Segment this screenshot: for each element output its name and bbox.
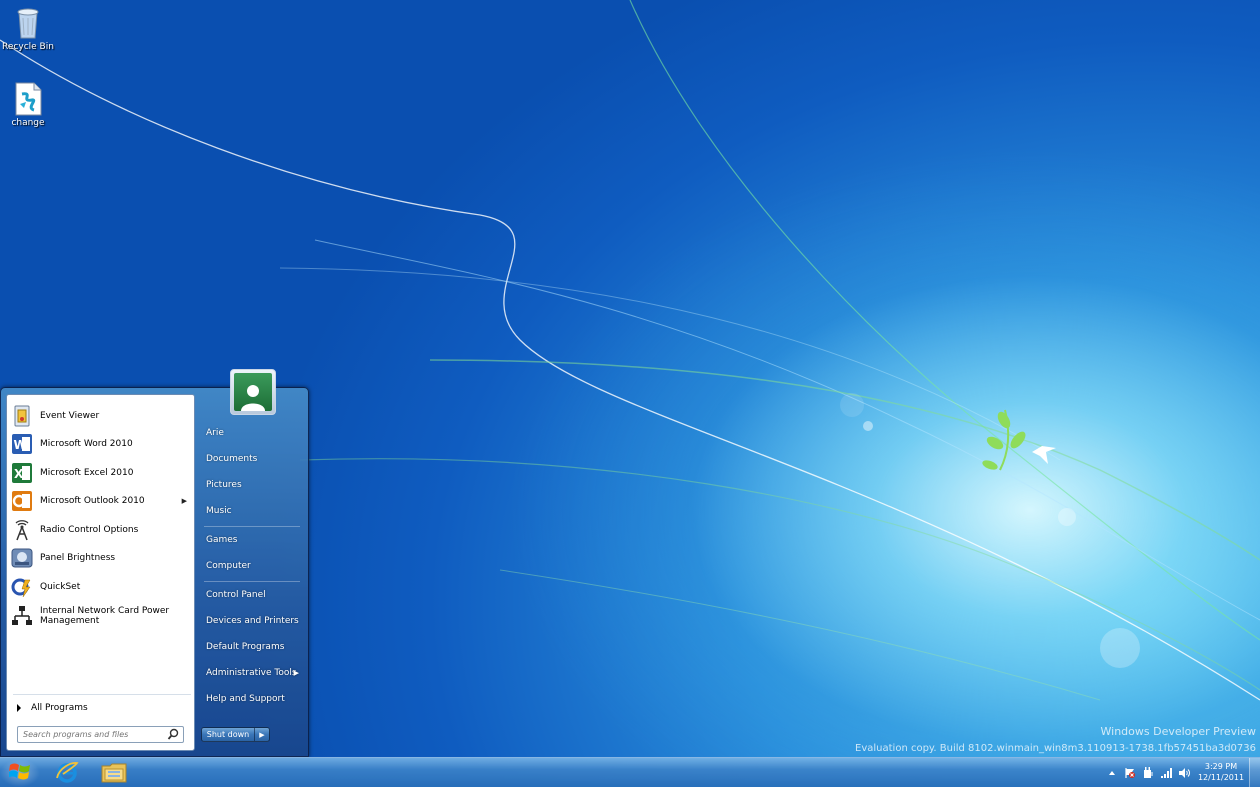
- start-link-documents[interactable]: Documents: [199, 448, 303, 470]
- file-explorer-taskbar-button[interactable]: [94, 759, 134, 787]
- program-radio-control-options[interactable]: Radio Control Options: [10, 516, 193, 543]
- submenu-arrow-icon[interactable]: ▶: [182, 497, 187, 505]
- all-programs-button[interactable]: All Programs: [15, 700, 190, 716]
- desktop-icon-change[interactable]: change: [0, 82, 56, 128]
- clock-date: 12/11/2011: [1197, 773, 1245, 782]
- show-hidden-icons-chevron-icon[interactable]: [1106, 767, 1118, 779]
- start-link-pictures[interactable]: Pictures: [199, 474, 303, 496]
- program-panel-brightness[interactable]: Panel Brightness: [10, 544, 193, 571]
- quickset-icon: [10, 575, 34, 599]
- watermark-title: Windows Developer Preview: [1100, 725, 1257, 738]
- brightness-icon: [10, 546, 34, 570]
- start-link-computer[interactable]: Computer: [199, 555, 303, 577]
- program-excel-2010[interactable]: X Microsoft Excel 2010: [10, 459, 193, 486]
- file-explorer-icon: [101, 761, 127, 786]
- program-event-viewer[interactable]: Event Viewer: [10, 402, 193, 429]
- shutdown-button[interactable]: Shut down: [202, 728, 255, 741]
- radio-antenna-icon: [10, 518, 34, 542]
- watermark-build: Evaluation copy. Build 8102.winmain_win8…: [855, 743, 1256, 754]
- all-programs-label: All Programs: [31, 703, 88, 713]
- start-menu: Event Viewer W Microsoft Word 2010 X Mic…: [0, 369, 309, 757]
- excel-icon: X: [10, 461, 34, 485]
- divider: [13, 694, 191, 695]
- system-clock[interactable]: 3:29 PM 12/11/2011: [1196, 761, 1246, 783]
- user-avatar[interactable]: [230, 369, 276, 415]
- clock-time: 3:29 PM: [1204, 762, 1238, 771]
- action-center-flag-icon[interactable]: [1124, 767, 1136, 779]
- divider: [204, 581, 300, 582]
- script-file-icon: [12, 82, 44, 116]
- desktop-icon-recycle-bin[interactable]: Recycle Bin: [0, 6, 56, 52]
- chevron-right-icon: [17, 704, 21, 712]
- internet-explorer-taskbar-button[interactable]: [48, 759, 86, 787]
- search-input[interactable]: [17, 726, 184, 743]
- svg-text:W: W: [14, 438, 27, 452]
- show-desktop-button[interactable]: [1249, 758, 1260, 787]
- start-link-help-and-support[interactable]: Help and Support: [199, 688, 303, 710]
- desktop-icon-label: change: [11, 118, 45, 128]
- start-link-games[interactable]: Games: [199, 529, 303, 551]
- internet-explorer-icon: [55, 760, 79, 787]
- start-button[interactable]: [0, 759, 40, 787]
- start-link-administrative-tools[interactable]: Administrative Tools ▶: [199, 662, 303, 684]
- power-icon[interactable]: [1142, 767, 1154, 779]
- start-link-default-programs[interactable]: Default Programs: [199, 636, 303, 658]
- user-avatar-icon: [234, 373, 272, 411]
- submenu-arrow-icon: ▶: [293, 669, 299, 677]
- svg-text:X: X: [14, 467, 24, 481]
- outlook-icon: [10, 489, 34, 513]
- program-quickset[interactable]: QuickSet: [10, 573, 193, 600]
- word-icon: W: [10, 432, 34, 456]
- start-link-user-folder[interactable]: Arie: [199, 422, 303, 444]
- shutdown-options-arrow-icon[interactable]: ▶: [255, 728, 269, 741]
- start-link-devices-and-printers[interactable]: Devices and Printers: [199, 610, 303, 632]
- event-viewer-icon: [10, 404, 34, 428]
- desktop-icon-label: Recycle Bin: [2, 42, 54, 52]
- program-outlook-2010[interactable]: Microsoft Outlook 2010 ▶: [10, 487, 193, 514]
- windows-logo-icon: [8, 762, 31, 785]
- network-signal-icon[interactable]: [1160, 767, 1172, 779]
- volume-icon[interactable]: [1178, 767, 1190, 779]
- program-network-card-power-management[interactable]: Internal Network Card Power Management: [10, 602, 193, 630]
- start-link-music[interactable]: Music: [199, 500, 303, 522]
- network-icon: [10, 604, 34, 628]
- start-menu-programs-pane: Event Viewer W Microsoft Word 2010 X Mic…: [6, 394, 195, 751]
- program-word-2010[interactable]: W Microsoft Word 2010: [10, 430, 193, 457]
- recycle-bin-icon: [12, 6, 44, 40]
- divider: [204, 526, 300, 527]
- taskbar: 3:29 PM 12/11/2011: [0, 757, 1260, 787]
- shutdown-button-group: Shut down ▶: [201, 727, 270, 742]
- search-icon[interactable]: [167, 728, 180, 741]
- start-link-control-panel[interactable]: Control Panel: [199, 584, 303, 606]
